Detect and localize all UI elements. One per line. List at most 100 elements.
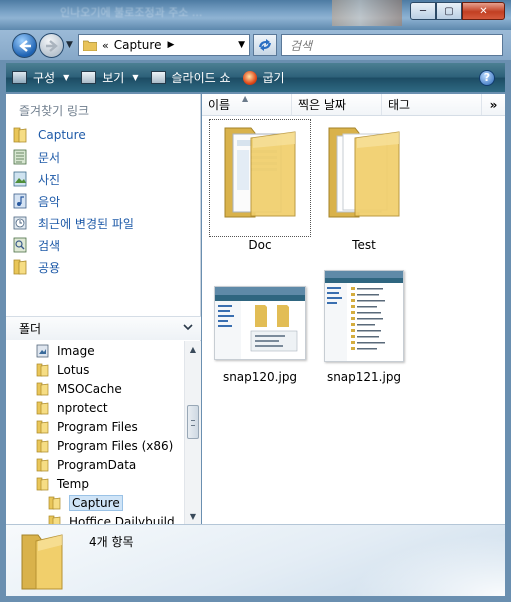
folder-icon [36, 477, 49, 490]
burn-disc-icon [242, 70, 257, 85]
favorite-link-label: 문서 [38, 150, 61, 165]
address-bar[interactable]: « Capture ▶ ▼ [78, 34, 250, 56]
tree-item-label: Program Files [57, 419, 138, 434]
music-icon [13, 193, 27, 209]
file-item-doc[interactable]: Doc [208, 119, 312, 252]
file-list-pane: ▲ 이름 찍은 날짜 태그 » Doc Test snap120.jpg sna… [202, 94, 505, 524]
path-overflow-chevron[interactable]: « [102, 39, 109, 52]
address-path[interactable]: Capture [114, 38, 162, 52]
back-button[interactable] [12, 33, 37, 58]
column-header-tags[interactable]: 태그 [382, 94, 482, 115]
file-item-label: Test [352, 238, 376, 252]
folder-icon [224, 127, 296, 218]
favorite-link-recent[interactable]: 최근에 변경된 파일 [13, 212, 134, 234]
folder-icon [21, 534, 63, 590]
title-bar[interactable]: 인나오기에 불로조정과 주소 ... ─ ▢ ✕ [0, 0, 511, 30]
tree-item-capture[interactable]: Capture [6, 493, 184, 512]
organize-button[interactable]: 구성 ▼ [6, 63, 75, 92]
file-item-snap121[interactable]: snap121.jpg [312, 270, 416, 384]
refresh-icon [259, 39, 271, 51]
burn-button[interactable]: 굽기 [237, 63, 291, 92]
file-item-test[interactable]: Test [312, 120, 416, 252]
folder-icon [36, 382, 49, 395]
recent-pages-dropdown-icon[interactable]: ▼ [66, 40, 73, 50]
tree-item-nprotect[interactable]: nprotect [6, 398, 184, 417]
favorite-link-capture[interactable]: Capture [13, 124, 134, 146]
tree-item-label: Hoffice Dailybuild [69, 514, 175, 525]
tree-item-lotus[interactable]: Lotus [6, 360, 184, 379]
address-dropdown-icon[interactable]: ▼ [238, 40, 245, 50]
favorite-link-music[interactable]: 음악 [13, 190, 134, 212]
folder-icon [13, 259, 27, 275]
forward-button[interactable] [39, 33, 64, 58]
favorite-links-title: 즐겨찾기 링크 [19, 104, 90, 118]
favorite-link-search[interactable]: 검색 [13, 234, 134, 256]
favorite-link-pictures[interactable]: 사진 [13, 168, 134, 190]
tree-item-image[interactable]: Image [6, 341, 184, 360]
back-arrow-icon [18, 39, 31, 52]
decorative-swoosh [325, 525, 505, 596]
folder-tree-scrollbar[interactable]: ▲ ▼ [184, 341, 201, 524]
organize-label: 구성 [33, 71, 56, 85]
search-input[interactable]: 검색 [281, 34, 503, 56]
column-header-name[interactable]: ▲ 이름 [202, 94, 292, 115]
folders-header[interactable]: 폴더 [6, 316, 201, 340]
path-separator-icon[interactable]: ▶ [167, 40, 174, 50]
tree-item-label: Temp [57, 476, 89, 491]
tree-item-label: Lotus [57, 362, 90, 377]
scrollbar-thumb[interactable] [187, 405, 199, 439]
folder-icon [36, 363, 49, 376]
image-thumbnail [214, 286, 306, 360]
image-folder-icon [36, 344, 49, 357]
favorite-link-documents[interactable]: 문서 [13, 146, 134, 168]
minimize-button[interactable]: ─ [410, 2, 436, 20]
view-icon [81, 71, 97, 84]
maximize-button[interactable]: ▢ [436, 2, 462, 20]
favorite-link-label: 사진 [38, 172, 61, 187]
tree-item-msocache[interactable]: MSOCache [6, 379, 184, 398]
scroll-down-icon[interactable]: ▼ [185, 508, 201, 524]
favorite-link-label: Capture [38, 128, 86, 142]
folder-icon [13, 127, 27, 143]
help-button[interactable]: ? [479, 69, 495, 86]
folder-icon [36, 458, 49, 471]
slideshow-button[interactable]: 슬라이드 쇼 [145, 63, 237, 92]
favorite-links-list: Capture 문서 사진 음악 최근에 변경된 파일 검색 공용 [13, 124, 134, 278]
documents-icon [13, 149, 27, 165]
file-item-label: snap121.jpg [326, 370, 402, 384]
tree-item-label: Program Files (x86) [57, 438, 174, 453]
command-toolbar: 구성 ▼ 보기 ▼ 슬라이드 쇼 굽기 ? [6, 63, 505, 92]
folder-icon [36, 420, 49, 433]
folder-icon [328, 127, 400, 218]
navigation-pane: 즐겨찾기 링크 Capture 문서 사진 음악 최근에 변경된 파일 검색 공… [6, 94, 201, 524]
view-button[interactable]: 보기 ▼ [75, 63, 144, 92]
tree-item-label: MSOCache [57, 381, 122, 396]
view-label: 보기 [102, 71, 125, 85]
tree-item-program-files-x86[interactable]: Program Files (x86) [6, 436, 184, 455]
folder-icon [36, 439, 49, 452]
folder-icon [48, 496, 61, 509]
column-header-date-taken[interactable]: 찍은 날짜 [292, 94, 382, 115]
more-columns-button[interactable]: » [482, 94, 505, 115]
recent-icon [13, 216, 27, 230]
favorite-link-label: 공용 [38, 260, 61, 275]
column-header-label: 태그 [388, 98, 411, 112]
tree-item-program-files[interactable]: Program Files [6, 417, 184, 436]
folders-header-label: 폴더 [19, 322, 42, 336]
tree-item-temp[interactable]: Temp [6, 474, 184, 493]
file-item-label: snap120.jpg [222, 370, 298, 384]
favorite-link-label: 최근에 변경된 파일 [38, 216, 134, 231]
tree-item-programdata[interactable]: ProgramData [6, 455, 184, 474]
burn-label: 굽기 [262, 71, 285, 85]
file-item-snap120[interactable]: snap120.jpg [208, 286, 312, 384]
tree-item-label: Capture [69, 494, 123, 511]
image-thumbnail [324, 270, 404, 362]
close-button[interactable]: ✕ [462, 2, 505, 20]
favorite-link-public[interactable]: 공용 [13, 256, 134, 278]
refresh-button[interactable] [253, 34, 277, 56]
column-header-label: 찍은 날짜 [298, 98, 346, 112]
chevron-down-icon: ▼ [63, 73, 70, 82]
scroll-up-icon[interactable]: ▲ [185, 341, 201, 357]
folder-icon [83, 40, 97, 51]
tree-item-hoffice-dailybuild[interactable]: Hoffice Dailybuild [6, 512, 184, 524]
